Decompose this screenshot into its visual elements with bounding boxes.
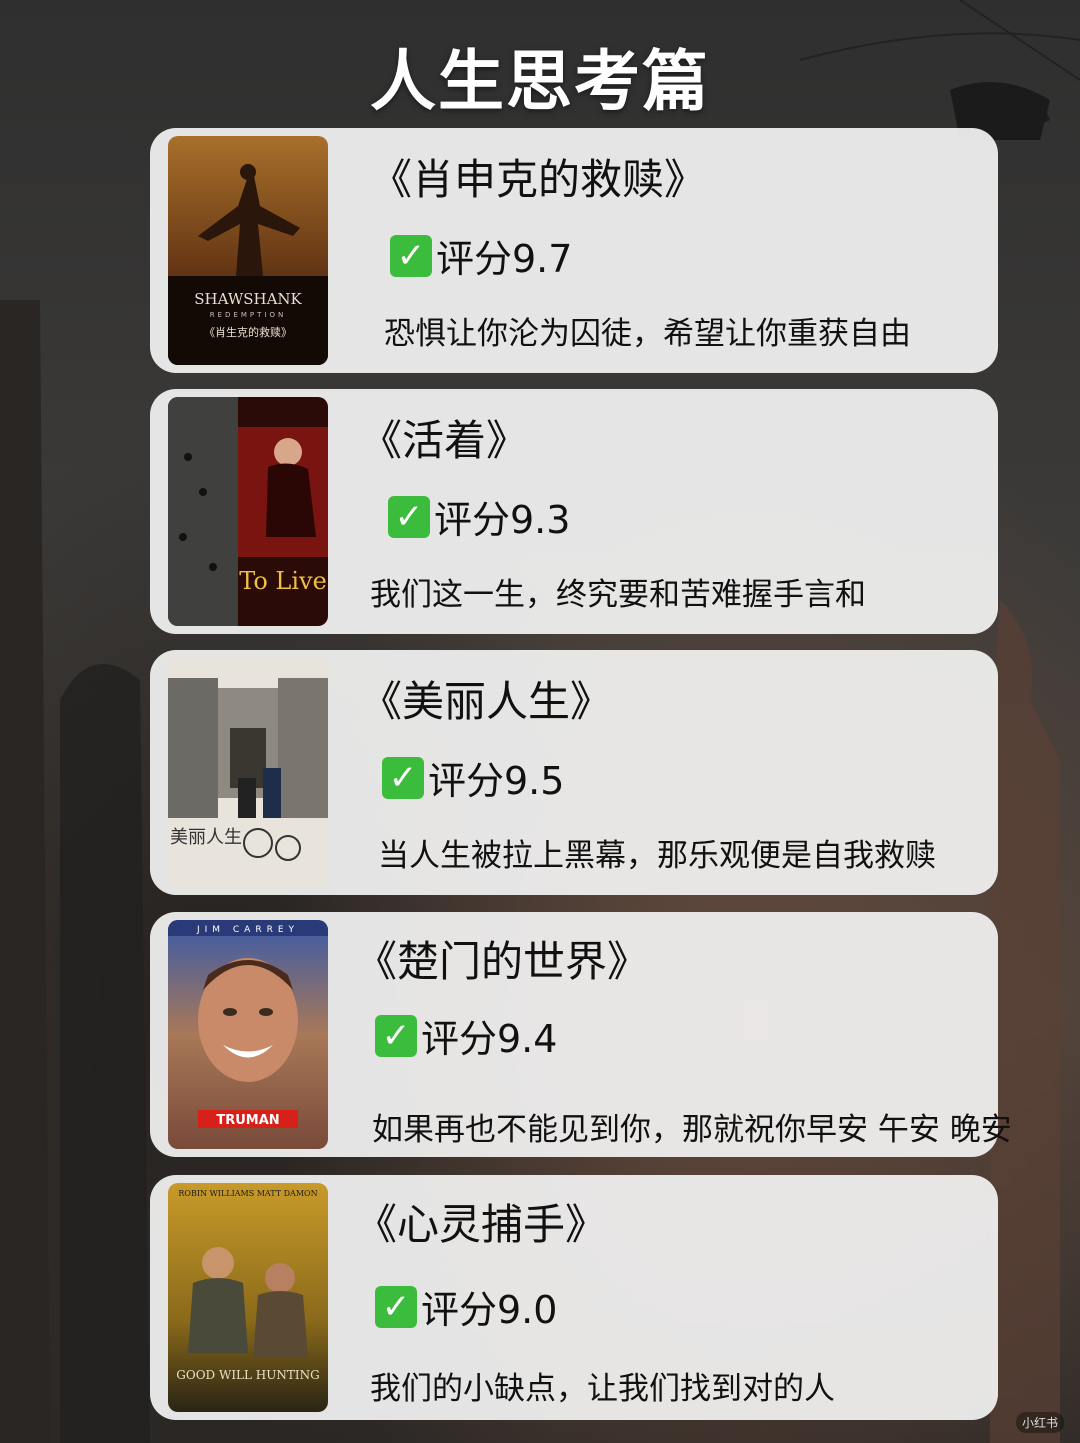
rating: ✓ 评分9.3 (388, 489, 570, 544)
movie-card-4[interactable]: JIM CARREY TRUMAN 《楚门的世界》 ✓ 评分9.4 如果再也不能… (150, 912, 1012, 1157)
movie-title: 《楚门的世界》 (355, 937, 650, 986)
rating-text: 评分9.0 (421, 1288, 558, 1332)
check-icon: ✓ (390, 234, 432, 277)
rating: ✓ 评分9.7 (390, 228, 572, 283)
rating-text: 评分9.5 (428, 759, 565, 803)
movie-quote: 恐惧让你沦为囚徒，希望让你重获自由 (384, 316, 911, 352)
poster-text-2: GOOD WILL HUNTING (176, 1368, 319, 1382)
poster-text-3: 《肖生克的救赎》 (204, 325, 292, 339)
movie-title: 《活着》 (360, 416, 529, 465)
movie-title: 《美丽人生》 (360, 677, 613, 726)
movie-title: 《肖申克的救赎》 (370, 155, 707, 204)
rating-text: 评分9.3 (434, 498, 571, 542)
movie-card-5[interactable]: ROBIN WILLIAMS MATT DAMON GOOD WILL HUNT… (150, 1175, 998, 1420)
rating-text: 评分9.4 (421, 1017, 558, 1061)
poster-text-1: SHAWSHANK (194, 290, 302, 308)
movie-quote: 如果再也不能见到你，那就祝你早安 午安 晚安 (372, 1112, 1012, 1148)
poster-text-2: TRUMAN (216, 1113, 279, 1128)
life-is-beautiful-poster: 美丽人生 (168, 658, 328, 887)
movie-card-3[interactable]: 美丽人生 《美丽人生》 ✓ 评分9.5 当人生被拉上黑幕，那乐观便是自我救赎 (150, 650, 998, 895)
truman-show-poster: JIM CARREY TRUMAN (168, 920, 328, 1149)
rating: ✓ 评分9.0 (375, 1279, 557, 1334)
rating: ✓ 评分9.4 (375, 1008, 557, 1063)
check-icon: ✓ (375, 1014, 417, 1057)
movie-quote: 我们这一生，终究要和苦难握手言和 (370, 577, 866, 613)
watermark: 小红书 (1015, 1412, 1064, 1433)
movie-quote: 我们的小缺点，让我们找到对的人 (370, 1371, 835, 1407)
poster-text-1: JIM CARREY (196, 925, 299, 935)
movie-title: 《心灵捕手》 (355, 1200, 608, 1249)
movie-card-2[interactable]: To Live 《活着》 ✓ 评分9.3 我们这一生，终究要和苦难握手言和 (150, 389, 998, 634)
movie-card-1[interactable]: SHAWSHANK REDEMPTION 《肖生克的救赎》 《肖申克的救赎》 ✓… (150, 128, 998, 373)
poster-text-1: ROBIN WILLIAMS MATT DAMON (178, 1189, 317, 1198)
to-live-poster: To Live (168, 397, 328, 626)
good-will-hunting-poster: ROBIN WILLIAMS MATT DAMON GOOD WILL HUNT… (168, 1183, 328, 1412)
page-title: 人生思考篇 (370, 43, 710, 120)
poster-text-1: To Live (239, 567, 327, 595)
poster-text-2: REDEMPTION (210, 311, 286, 319)
shawshank-poster: SHAWSHANK REDEMPTION 《肖生克的救赎》 (168, 136, 328, 365)
check-icon: ✓ (382, 756, 424, 799)
rating: ✓ 评分9.5 (382, 750, 564, 805)
poster-text-1: 美丽人生 (170, 827, 242, 848)
check-icon: ✓ (375, 1285, 417, 1328)
check-icon: ✓ (388, 495, 430, 538)
rating-text: 评分9.7 (436, 237, 573, 281)
movie-quote: 当人生被拉上黑幕，那乐观便是自我救赎 (378, 838, 936, 874)
